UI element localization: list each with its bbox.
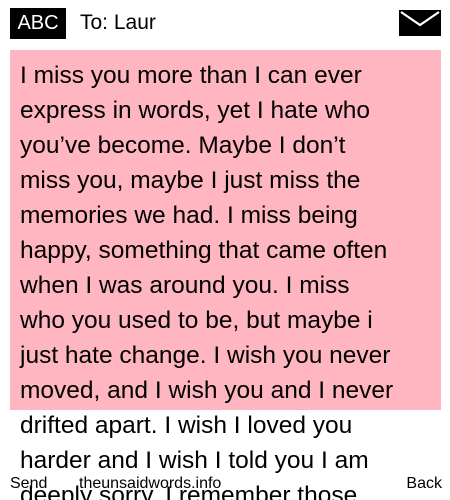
input-mode-badge[interactable]: ABC — [10, 8, 66, 39]
recipient-label: To: Laur — [80, 11, 156, 34]
header: ABC To: Laur — [0, 0, 450, 46]
site-label: theunsaidwords.info — [79, 475, 222, 492]
softkey-bar: Send theunsaidwords.info Back — [0, 474, 450, 500]
message-body[interactable]: I miss you more than I can ever express … — [0, 50, 450, 500]
send-button[interactable]: Send — [10, 474, 47, 494]
envelope-icon — [399, 10, 441, 36]
message-text[interactable]: I miss you more than I can ever express … — [20, 58, 440, 500]
back-button[interactable]: Back — [406, 474, 442, 494]
